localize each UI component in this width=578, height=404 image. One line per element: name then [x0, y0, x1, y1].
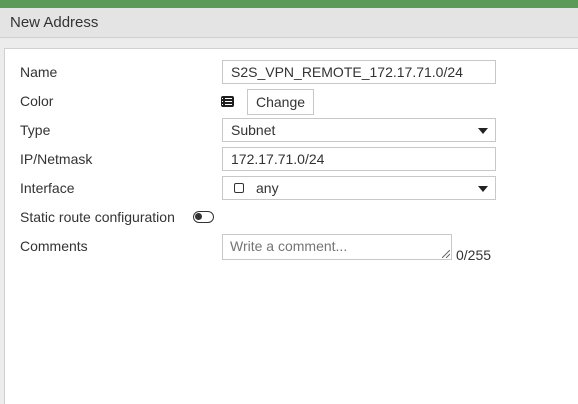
top-accent-bar [0, 0, 578, 8]
color-swatch-icon [221, 96, 234, 107]
ip-netmask-value: 172.17.71.0/24 [231, 151, 325, 167]
color-label: Color [20, 93, 54, 109]
type-value: Subnet [231, 122, 276, 138]
ip-netmask-field[interactable]: 172.17.71.0/24 [222, 147, 496, 171]
static-route-toggle[interactable] [193, 211, 214, 223]
name-value: S2S_VPN_REMOTE_172.17.71.0/24 [231, 64, 463, 80]
interface-square-icon [234, 183, 244, 193]
form-panel: Name S2S_VPN_REMOTE_172.17.71.0/24 Color… [4, 48, 578, 404]
comments-field[interactable] [222, 234, 452, 260]
interface-value: any [256, 180, 279, 196]
dialog-header: New Address [0, 8, 578, 38]
type-select[interactable]: Subnet [222, 118, 496, 142]
comment-char-counter: 0/255 [456, 247, 492, 263]
name-field[interactable]: S2S_VPN_REMOTE_172.17.71.0/24 [222, 60, 496, 84]
page-title: New Address [10, 14, 99, 31]
toggle-knob [195, 213, 202, 220]
static-route-label: Static route configuration [20, 209, 175, 225]
chevron-down-icon [478, 128, 488, 134]
change-color-button[interactable]: Change [247, 89, 314, 115]
ip-netmask-label: IP/Netmask [20, 151, 93, 167]
interface-select[interactable]: any [222, 176, 496, 200]
name-label: Name [20, 64, 58, 80]
resize-grip-icon[interactable] [442, 250, 450, 258]
type-label: Type [20, 122, 51, 138]
comments-label: Comments [20, 238, 88, 254]
interface-label: Interface [20, 180, 75, 196]
chevron-down-icon [478, 186, 488, 192]
